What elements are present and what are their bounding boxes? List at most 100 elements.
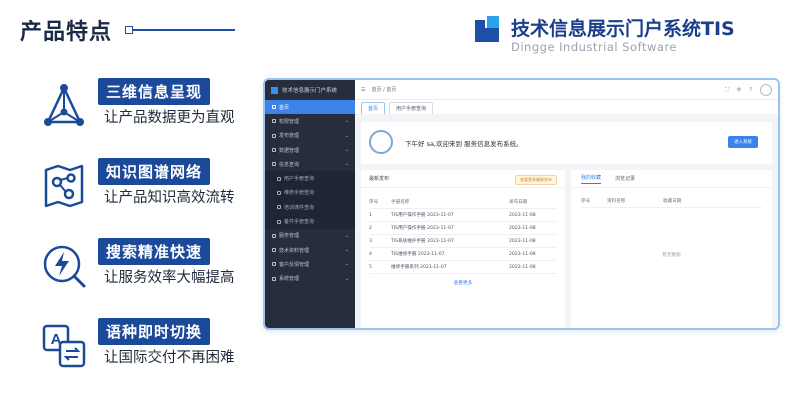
breadcrumb: 首页 / 首页 [371, 87, 397, 93]
table-cell: 2023-11-08 [509, 225, 536, 231]
sidebar-item-label: 备件手册查询 [284, 219, 315, 226]
chevron-down-icon: ⌄ [344, 132, 349, 139]
menu-item-icon [272, 119, 276, 124]
chevron-down-icon: ⌄ [344, 161, 349, 168]
clock-icon [369, 130, 393, 154]
app-screenshot: 技术信息展示门户系统 首页 权限管理 ⌄ 发布管理 ⌄ 数据管理 ⌄ 信息查询 ⌄ 用户手册查询维… [263, 78, 780, 330]
table-cell: 2023-11-08 [509, 212, 536, 218]
sidebar-item-label: 数据管理 [279, 147, 300, 154]
sidebar-item[interactable]: 首页 [265, 100, 355, 115]
table-cell: 5 [369, 264, 372, 270]
table-cell: TIS维修手册 2023-11-07 [391, 252, 445, 257]
sidebar-item[interactable]: 发布管理 ⌄ [265, 129, 355, 143]
app-logo-icon [271, 86, 278, 94]
sidebar-item-label: 培训课件查询 [284, 204, 315, 211]
main-content: ☰ 首页 / 首页 ⛶ ⚙ ? 首页 用户手册查询 下午好 sa,欢迎来到 服务… [355, 80, 778, 328]
help-icon[interactable]: ? [749, 87, 752, 93]
fullscreen-icon[interactable]: ⛶ [725, 87, 729, 93]
translate-icon: A [42, 324, 86, 368]
page-title: 产品特点 [20, 20, 113, 45]
sidebar-item[interactable]: 系统管理 ⌄ [265, 272, 355, 286]
chevron-down-icon: ⌄ [344, 232, 349, 239]
menu-item-icon [277, 190, 281, 195]
sidebar-item[interactable]: 用户手册查询 [265, 171, 355, 186]
sidebar-item[interactable]: 数据管理 ⌄ [265, 143, 355, 157]
view-more-tag[interactable]: 查看更多最新发布 [515, 175, 557, 185]
sidebar-title: 技术信息展示门户系统 [282, 88, 338, 94]
favorites-panel: 我的收藏 浏览记录 序号 资料名称 收藏日期 暂无数据 [571, 170, 772, 328]
table-cell: 3 [369, 238, 372, 244]
menu-item-icon [272, 262, 276, 267]
menu-item-icon [272, 233, 276, 238]
table-row[interactable]: 3 TIS系统维护手册 2023-11-07 2023-11-08 [369, 235, 557, 248]
sidebar-item[interactable]: 服务管理 ⌄ [265, 229, 355, 243]
sidebar-item-label: 客户反馈管理 [279, 261, 310, 268]
sidebar-item[interactable]: 信息查询 ⌄ [265, 157, 355, 171]
feature-badge: 知识图谱网络 [98, 158, 211, 185]
menu-item-icon [277, 205, 281, 210]
table-cell: 2023-11-08 [509, 238, 536, 244]
tab-home[interactable]: 首页 [361, 102, 386, 114]
top-bar: ☰ 首页 / 首页 ⛶ ⚙ ? [355, 80, 778, 100]
settings-icon[interactable]: ⚙ [737, 87, 741, 93]
avatar[interactable] [760, 83, 772, 96]
col-header: 资料名称 [607, 199, 626, 204]
table-row[interactable]: 5 维修手册系列 2023-11-07 2023-11-08 [369, 261, 557, 274]
sidebar-header: 技术信息展示门户系统 [265, 80, 355, 100]
chevron-down-icon: ⌄ [344, 118, 349, 125]
sidebar-item-label: 维修手册查询 [284, 190, 315, 197]
feature-description: 让国际交付不再困难 [104, 350, 235, 366]
table-cell: 2023-11-08 [509, 251, 536, 257]
feature-search: 搜索精准快速 让服务效率大幅提高 [40, 238, 260, 298]
brand-subtitle: Dingge Industrial Software [511, 40, 677, 54]
sidebar-item-label: 首页 [279, 104, 290, 111]
table-row[interactable]: 4 TIS维修手册 2023-11-07 2023-11-08 [369, 248, 557, 261]
feature-description: 让产品知识高效流转 [104, 190, 235, 206]
chevron-down-icon: ⌄ [344, 146, 349, 153]
sidebar-item-label: 信息查询 [279, 161, 300, 168]
table-cell: 1 [369, 212, 372, 218]
sidebar-item-label: 服务管理 [279, 233, 300, 240]
sidebar-item[interactable]: 备件手册查询 [265, 214, 355, 229]
sidebar-item[interactable]: 维修手册查询 [265, 185, 355, 201]
table-row[interactable]: 2 TIS用户操作手册 2023-11-07 2023-11-08 [369, 222, 557, 235]
view-more-link[interactable]: 查看更多 [361, 280, 565, 286]
sidebar-item-label: 技术资料管理 [279, 247, 310, 254]
tab-history[interactable]: 浏览记录 [615, 175, 635, 182]
feature-language: A 语种即时切换 让国际交付不再困难 [40, 318, 260, 378]
table-header: 序号 资料名称 收藏日期 [581, 198, 762, 208]
title-divider [125, 26, 235, 34]
table-cell: TIS用户操作手册 2023-11-07 [391, 213, 454, 218]
col-header: 发布日期 [509, 200, 528, 205]
table-cell: TIS用户操作手册 2023-11-07 [391, 226, 454, 231]
menu-item-icon [272, 276, 276, 281]
menu-item-icon [272, 248, 276, 253]
feature-knowledge: 知识图谱网络 让产品知识高效流转 [40, 158, 260, 218]
sidebar-menu: 首页权限管理 ⌄ 发布管理 ⌄ 数据管理 ⌄ 信息查询 ⌄ 用户手册查询维修手册查询 培训课件查询… [265, 100, 355, 286]
table-header: 序号 手册名称 发布日期 [369, 196, 557, 209]
feature-description: 让产品数据更为直观 [104, 110, 235, 126]
network-pyramid-icon [44, 84, 84, 126]
sidebar-item[interactable]: 培训课件查询 [265, 200, 355, 215]
menu-item-icon [272, 105, 276, 110]
tab-user-manual[interactable]: 用户手册查询 [389, 102, 434, 114]
tab-favorites[interactable]: 我的收藏 [581, 174, 602, 184]
sidebar-item[interactable]: 客户反馈管理 ⌄ [265, 257, 355, 271]
table-cell: 2023-11-08 [509, 264, 536, 270]
brand-logo-icon [475, 16, 503, 44]
table-cell: 4 [369, 251, 372, 257]
table-row[interactable]: 1 TIS用户操作手册 2023-11-07 2023-11-08 [369, 209, 557, 222]
table-cell: 2 [369, 225, 372, 231]
menu-item-icon [277, 219, 281, 224]
feature-description: 让服务效率大幅提高 [104, 270, 235, 286]
brand-name: 技术信息展示门户系统TIS [511, 18, 735, 40]
feature-badge: 语种即时切换 [98, 318, 211, 345]
enter-system-button[interactable]: 进入系统 [728, 136, 758, 148]
sidebar-item[interactable]: 技术资料管理 ⌄ [265, 243, 355, 257]
sidebar-item[interactable]: 权限管理 ⌄ [265, 114, 355, 128]
col-header: 序号 [369, 200, 379, 205]
welcome-card: 下午好 sa,欢迎来到 服务信息发布系统。 进入系统 [361, 122, 772, 164]
menu-toggle-icon[interactable]: ☰ [361, 87, 365, 93]
menu-item-icon [277, 176, 281, 181]
menu-item-icon [272, 162, 276, 167]
